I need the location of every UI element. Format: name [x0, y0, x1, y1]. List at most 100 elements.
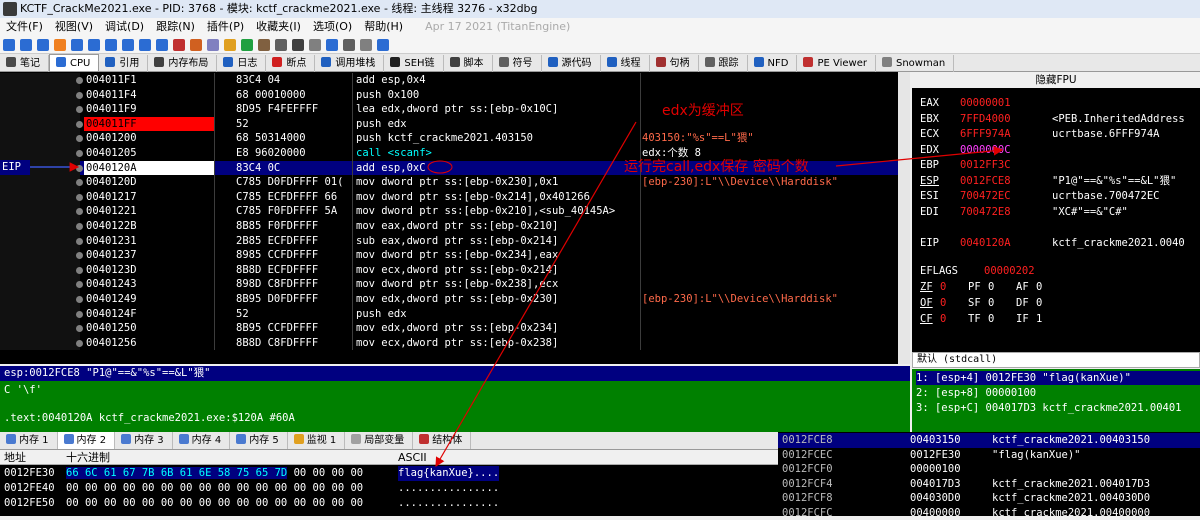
- flag-value[interactable]: 1: [1036, 312, 1064, 327]
- flag-value[interactable]: 0: [1036, 280, 1064, 295]
- calling-convention-select[interactable]: 默认 (stdcall): [912, 352, 1200, 368]
- stack-arg[interactable]: 1: [esp+4] 0012FE30 "flag(kanXue)": [916, 371, 1200, 385]
- register-row[interactable]: EDX0000000C: [920, 143, 1052, 158]
- menu-item[interactable]: 收藏夹(I): [250, 18, 307, 36]
- menu-item[interactable]: 插件(P): [201, 18, 250, 36]
- tab-1[interactable]: CPU: [49, 54, 99, 71]
- breakpoint-dot[interactable]: [76, 223, 83, 230]
- stack-row[interactable]: 0012FCFC00400000kctf_crackme2021.0040000…: [778, 506, 1200, 520]
- toolbar-icon[interactable]: [122, 39, 134, 51]
- flag-value[interactable]: 0: [940, 280, 968, 295]
- register-value[interactable]: 700472EC: [960, 189, 1052, 204]
- stack-arg[interactable]: 2: [esp+8] 00000100: [916, 386, 1036, 400]
- breakpoint-dot[interactable]: [76, 179, 83, 186]
- toolbar-icon[interactable]: [326, 39, 338, 51]
- dump-tab-7[interactable]: 结构体: [413, 432, 471, 449]
- dump-hex[interactable]: 00 00 00 00 00 00 00 00 00 00 00 00 00 0…: [66, 481, 396, 496]
- tab-16[interactable]: Snowman: [876, 55, 954, 72]
- register-value[interactable]: 7FFD4000: [960, 112, 1052, 127]
- breakpoint-dot[interactable]: [76, 267, 83, 274]
- toolbar-icon[interactable]: [258, 39, 270, 51]
- breakpoint-dot[interactable]: [76, 77, 83, 84]
- toolbar-icon[interactable]: [88, 39, 100, 51]
- tab-11[interactable]: 线程: [601, 55, 650, 72]
- breakpoint-dot[interactable]: [76, 311, 83, 318]
- disassembly-view[interactable]: 004011F183C4 04add esp,0x4004011F468 000…: [0, 72, 898, 364]
- toolbar-icon[interactable]: [190, 39, 202, 51]
- register-row[interactable]: EDI700472E8"XC#"==&"C#": [920, 205, 1128, 220]
- tab-6[interactable]: 调用堆栈: [315, 55, 384, 72]
- dump-tab-6[interactable]: 局部变量: [345, 432, 413, 449]
- breakpoint-dot[interactable]: [76, 281, 83, 288]
- toolbar-icon[interactable]: [54, 39, 66, 51]
- tab-12[interactable]: 句柄: [650, 55, 699, 72]
- menu-item[interactable]: 文件(F): [0, 18, 49, 36]
- disasm-row[interactable]: 00401243898D C8FDFFFFmov dword ptr ss:[e…: [0, 277, 898, 292]
- toolbar-icon[interactable]: [105, 39, 117, 51]
- hide-fpu-button[interactable]: 隐藏FPU: [912, 72, 1200, 88]
- breakpoint-dot[interactable]: [76, 340, 83, 347]
- disasm-row[interactable]: 0040123D8B8D ECFDFFFFmov ecx,dword ptr s…: [0, 263, 898, 278]
- menu-item[interactable]: 选项(O): [307, 18, 358, 36]
- stack-row[interactable]: 0012FCF8004030D0kctf_crackme2021.004030D…: [778, 491, 1200, 506]
- disasm-row[interactable]: 004012378985 CCFDFFFFmov dword ptr ss:[e…: [0, 248, 898, 263]
- disasm-row[interactable]: 004012498B95 D0FDFFFFmov edx,dword ptr s…: [0, 292, 898, 307]
- dump-tab-2[interactable]: 内存 3: [115, 432, 173, 449]
- toolbar-icon[interactable]: [139, 39, 151, 51]
- disasm-row[interactable]: 004011FF52push edx: [0, 117, 898, 132]
- disasm-row[interactable]: 004012312B85 ECFDFFFFsub eax,dword ptr s…: [0, 234, 898, 249]
- tab-7[interactable]: SEH链: [384, 55, 443, 72]
- disassembly-scrollbar[interactable]: [898, 72, 910, 364]
- register-row[interactable]: ECX6FFF974Aucrtbase.6FFF974A: [920, 127, 1159, 142]
- tab-14[interactable]: NFD: [748, 55, 798, 72]
- breakpoint-dot[interactable]: [76, 194, 83, 201]
- breakpoint-dot[interactable]: [76, 296, 83, 303]
- dump-tab-5[interactable]: 监视 1: [288, 432, 346, 449]
- tab-8[interactable]: 脚本: [444, 55, 493, 72]
- register-row[interactable]: ESP0012FCE8"P1@"==&"%s"==&L"猥": [920, 174, 1176, 189]
- register-value[interactable]: 0012FF3C: [960, 158, 1052, 173]
- dump-tab-3[interactable]: 内存 4: [173, 432, 231, 449]
- tab-13[interactable]: 跟踪: [699, 55, 748, 72]
- register-row[interactable]: ESI700472ECucrtbase.700472EC: [920, 189, 1159, 204]
- flag-value[interactable]: 0: [988, 296, 1016, 311]
- eflags-value[interactable]: 00000202: [984, 265, 1035, 277]
- register-value[interactable]: 0012FCE8: [960, 174, 1052, 189]
- dump-tab-4[interactable]: 内存 5: [230, 432, 288, 449]
- breakpoint-dot[interactable]: [76, 121, 83, 128]
- eflags-row[interactable]: EFLAGS00000202: [920, 264, 1035, 279]
- tab-3[interactable]: 内存布局: [148, 55, 217, 72]
- tab-15[interactable]: PE Viewer: [797, 55, 876, 72]
- toolbar-icon[interactable]: [71, 39, 83, 51]
- disasm-row[interactable]: 004011F183C4 04add esp,0x4: [0, 73, 898, 88]
- register-row[interactable]: EBP0012FF3C: [920, 158, 1052, 173]
- menu-item[interactable]: 视图(V): [49, 18, 99, 36]
- dump-hex[interactable]: 66 6C 61 67 7B 6B 61 6E 58 75 65 7D 00 0…: [66, 466, 396, 481]
- stack-row[interactable]: 0012FCF4004017D3kctf_crackme2021.004017D…: [778, 477, 1200, 492]
- toolbar-icon[interactable]: [20, 39, 32, 51]
- toolbar-icon[interactable]: [207, 39, 219, 51]
- dump-ascii[interactable]: ................: [398, 481, 499, 496]
- disasm-row[interactable]: 00401221C785 F0FDFFFF 5Amov dword ptr ss…: [0, 204, 898, 219]
- stack-arg[interactable]: 3: [esp+C] 004017D3 kctf_crackme2021.004…: [916, 401, 1182, 415]
- tab-4[interactable]: 日志: [217, 55, 266, 72]
- tab-2[interactable]: 引用: [99, 55, 148, 72]
- toolbar-icon[interactable]: [360, 39, 372, 51]
- disasm-row[interactable]: 0040120DC785 D0FDFFFF 01(mov dword ptr s…: [0, 175, 898, 190]
- toolbar-icon[interactable]: [343, 39, 355, 51]
- register-row[interactable]: EBX7FFD4000<PEB.InheritedAddress: [920, 112, 1185, 127]
- flag-value[interactable]: 0: [1036, 296, 1064, 311]
- register-value[interactable]: 6FFF974A: [960, 127, 1052, 142]
- dump-ascii[interactable]: ................: [398, 496, 499, 511]
- register-row[interactable]: EAX00000001: [920, 96, 1052, 111]
- disasm-row[interactable]: 004011F98D95 F4FEFFFFlea edx,dword ptr s…: [0, 102, 898, 117]
- breakpoint-dot[interactable]: [76, 238, 83, 245]
- toolbar-icon[interactable]: [377, 39, 389, 51]
- toolbar-icon[interactable]: [37, 39, 49, 51]
- tab-10[interactable]: 源代码: [542, 55, 601, 72]
- dump-ascii[interactable]: flag{kanXue}....: [398, 466, 499, 481]
- disasm-row[interactable]: 004011F468 00010000push 0x100: [0, 88, 898, 103]
- register-value[interactable]: 700472E8: [960, 205, 1052, 220]
- tab-0[interactable]: 笔记: [0, 55, 49, 72]
- memory-dump-view[interactable]: 0012FE3066 6C 61 67 7B 6B 61 6E 58 75 65…: [0, 465, 778, 516]
